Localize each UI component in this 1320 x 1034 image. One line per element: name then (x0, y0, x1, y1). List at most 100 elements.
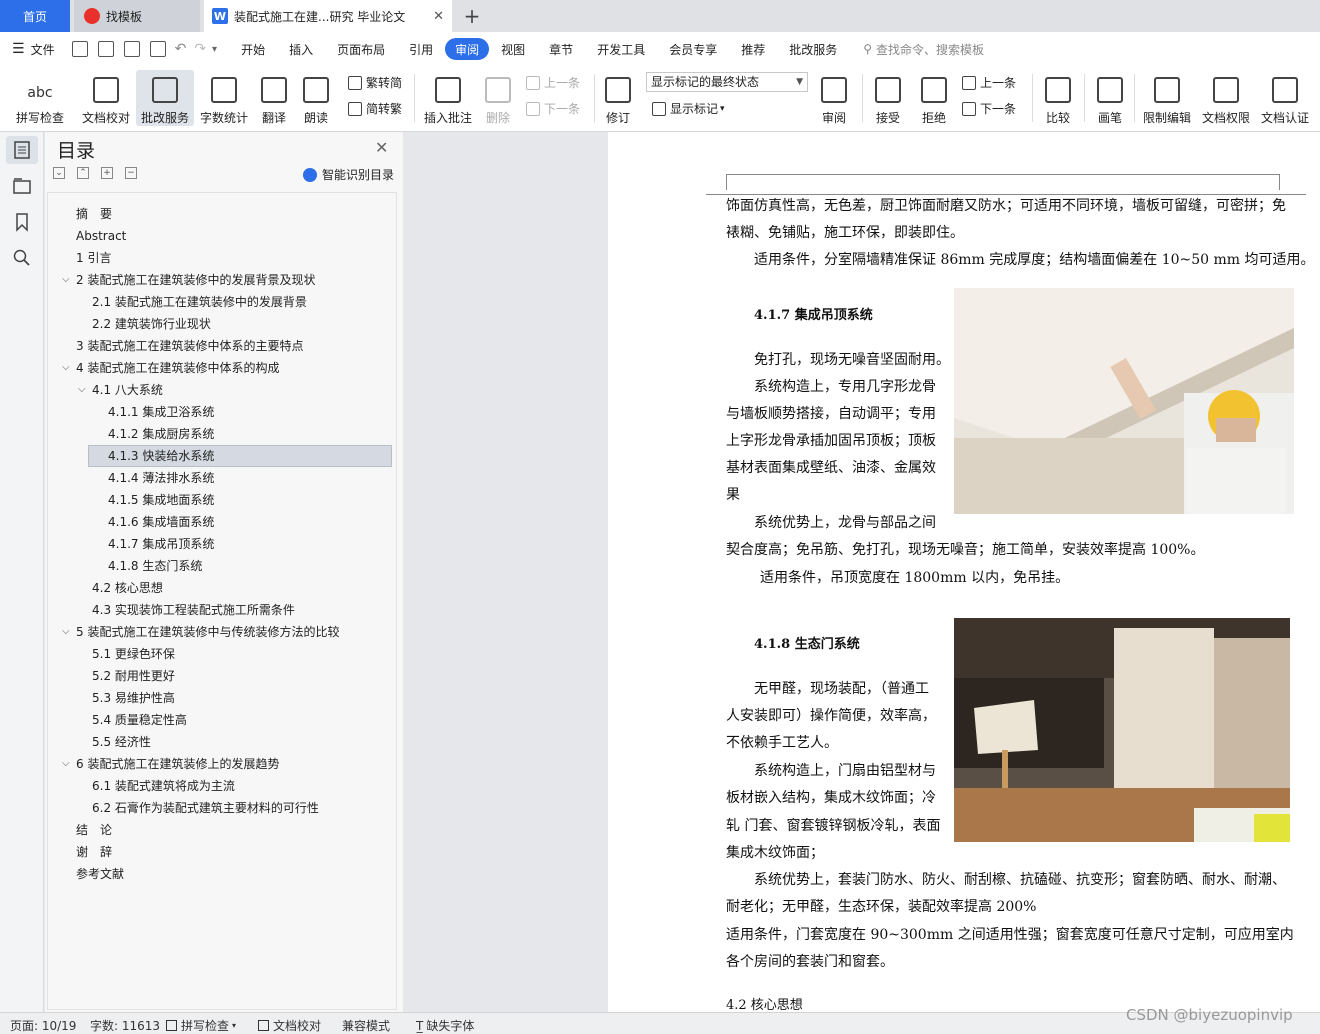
prev-change-button[interactable]: 上一条 (962, 74, 1016, 91)
toc-item[interactable]: ⌵ 6 装配式施工在建筑装修上的发展趋势 (62, 753, 279, 775)
revise-button[interactable]: 修订 (600, 70, 636, 126)
tab-document[interactable]: W 装配式施工在建...研究 毕业论文 ✕ (204, 0, 452, 32)
review-button[interactable]: 审阅 (816, 70, 852, 126)
close-icon[interactable]: ✕ (375, 138, 388, 157)
toc-icon[interactable] (12, 140, 32, 160)
menu-item[interactable]: 推荐 (729, 38, 777, 60)
status-proof[interactable]: 文档校对 (258, 1017, 321, 1034)
quick-more-icon[interactable]: ▾ (212, 44, 217, 55)
tab-home[interactable]: 首页 (0, 0, 70, 32)
toc-item[interactable]: 5.3 易维护性高 (92, 687, 175, 709)
remove-heading-icon[interactable]: − (125, 167, 137, 179)
toc-item[interactable]: ⌵ 2 装配式施工在建筑装修中的发展背景及现状 (62, 269, 315, 291)
menu-item[interactable]: 章节 (537, 38, 585, 60)
toc-item[interactable]: ⌵ 4 装配式施工在建筑装修中体系的构成 (62, 357, 279, 379)
toc-item[interactable]: 摘 要 (76, 203, 112, 225)
print-icon[interactable] (123, 41, 140, 57)
page-indicator[interactable]: 页面: 10/19 (10, 1017, 76, 1034)
toc-item[interactable]: 结 论 (76, 819, 112, 841)
menu-item[interactable]: 视图 (489, 38, 537, 60)
expand-level-icon[interactable]: ⌃ (77, 167, 89, 179)
menu-item[interactable]: 插入 (277, 38, 325, 60)
toc-item[interactable]: 2.1 装配式施工在建筑装修中的发展背景 (92, 291, 307, 313)
toc-item[interactable]: 4.1.4 薄法排水系统 (108, 467, 214, 489)
chevron-down-icon[interactable]: ⌵ (62, 753, 70, 775)
toc-item[interactable]: 谢 辞 (76, 841, 112, 863)
toc-item[interactable]: ⌵ 4.1 八大系统 (78, 379, 163, 401)
status-spellcheck[interactable]: 拼写检查 ▾ (166, 1017, 236, 1034)
preview-icon[interactable] (149, 41, 166, 57)
toc-item[interactable]: 4.2 核心思想 (92, 577, 163, 599)
toc-item[interactable]: 参考文献 (76, 863, 124, 885)
doc-cert-button[interactable]: 文档认证 (1258, 70, 1312, 126)
toc-item[interactable]: 2.2 建筑装饰行业现状 (92, 313, 211, 335)
new-tab-button[interactable]: + (458, 0, 486, 32)
toc-item[interactable]: 1 引言 (76, 247, 111, 269)
toc-item[interactable]: ⌵ 5 装配式施工在建筑装修中与传统装修方法的比较 (62, 621, 339, 643)
save-icon[interactable] (71, 41, 88, 57)
toc-item[interactable]: Abstract (76, 225, 126, 247)
next-comment-button[interactable]: 下一条 (526, 100, 580, 117)
restrict-edit-button[interactable]: 限制编辑 (1140, 70, 1194, 126)
toc-item[interactable]: 4.1.2 集成厨房系统 (108, 423, 214, 445)
smart-toc-button[interactable]: 智能识别目录 (303, 166, 394, 183)
pen-button[interactable]: 画笔 (1092, 70, 1128, 126)
menu-item[interactable]: 页面布局 (325, 38, 397, 60)
doc-rights-button[interactable]: 文档权限 (1200, 70, 1252, 126)
word-count-button[interactable]: 字数统计 (198, 70, 250, 126)
read-aloud-button[interactable]: 朗读 (298, 70, 334, 126)
toc-item[interactable]: 5.1 更绿色环保 (92, 643, 175, 665)
prev-comment-button[interactable]: 上一条 (526, 74, 580, 91)
chevron-down-icon[interactable]: ⌵ (62, 621, 70, 643)
undo-icon[interactable]: ↶ (175, 41, 187, 57)
chevron-down-icon[interactable]: ⌵ (62, 269, 70, 291)
find-icon[interactable] (12, 248, 32, 268)
accept-button[interactable]: 接受 (870, 70, 906, 126)
toc-item[interactable]: 6.2 石膏作为装配式建筑主要材料的可行性 (92, 797, 319, 819)
toc-item[interactable]: 4.1.5 集成地面系统 (108, 489, 214, 511)
export-icon[interactable] (97, 41, 114, 57)
command-search[interactable]: ⚲ 查找命令、搜索模板 (863, 41, 984, 58)
trad-to-simp-button[interactable]: 繁转简 (348, 74, 402, 91)
delete-comment-button[interactable]: 删除 (480, 70, 516, 126)
toc-item[interactable]: 4.1.3 快装给水系统 (88, 445, 392, 467)
tab-templates[interactable]: 找模板 (74, 0, 200, 32)
next-change-button[interactable]: 下一条 (962, 100, 1016, 117)
translate-button[interactable]: 翻译 (256, 70, 292, 126)
toc-item[interactable]: 4.1.1 集成卫浴系统 (108, 401, 214, 423)
menu-item[interactable]: 开始 (229, 38, 277, 60)
toc-item[interactable]: 5.2 耐用性更好 (92, 665, 175, 687)
word-count-indicator[interactable]: 字数: 11613 (90, 1017, 160, 1034)
toc-item[interactable]: 4.1.8 生态门系统 (108, 555, 202, 577)
toc-item[interactable]: 4.1.7 集成吊顶系统 (108, 533, 214, 555)
bookmark-icon[interactable] (12, 212, 32, 232)
insert-comment-button[interactable]: 插入批注 (422, 70, 474, 126)
redo-icon[interactable]: ↷ (194, 41, 206, 57)
toc-item[interactable]: 4.3 实现装饰工程装配式施工所需条件 (92, 599, 295, 621)
simp-to-trad-button[interactable]: 简转繁 (348, 100, 402, 117)
chapter-nav-icon[interactable] (12, 176, 32, 196)
menu-item[interactable]: 审阅 (445, 38, 490, 60)
toc-item[interactable]: 6.1 装配式建筑将成为主流 (92, 775, 235, 797)
menu-item[interactable]: 开发工具 (585, 38, 657, 60)
toc-item[interactable]: 5.5 经济性 (92, 731, 151, 753)
spellcheck-button[interactable]: abc 拼写检查 (10, 70, 70, 126)
compare-button[interactable]: 比较 (1040, 70, 1076, 126)
add-heading-icon[interactable]: + (101, 167, 113, 179)
toc-item[interactable]: 4.1.6 集成墙面系统 (108, 511, 214, 533)
chevron-down-icon[interactable]: ⌵ (78, 379, 86, 401)
show-markup-button[interactable]: 显示标记 ▾ (652, 100, 725, 117)
toc-item[interactable]: 3 装配式施工在建筑装修中体系的主要特点 (76, 335, 303, 357)
close-tab-icon[interactable]: ✕ (433, 9, 444, 24)
collapse-all-icon[interactable]: ⌄ (53, 167, 65, 179)
markup-mode-select[interactable]: 显示标记的最终状态 ▼ (646, 72, 808, 92)
menu-item[interactable]: 引用 (397, 38, 445, 60)
chevron-down-icon[interactable]: ⌵ (62, 357, 70, 379)
correct-service-button[interactable]: 批改服务 (136, 70, 194, 126)
file-menu[interactable]: ☰ 文件 (0, 38, 67, 60)
toc-item[interactable]: 5.4 质量稳定性高 (92, 709, 187, 731)
doc-proof-button[interactable]: 文档校对 (80, 70, 132, 126)
reject-button[interactable]: 拒绝 (916, 70, 952, 126)
menu-item[interactable]: 批改服务 (777, 38, 849, 60)
menu-item[interactable]: 会员专享 (657, 38, 729, 60)
